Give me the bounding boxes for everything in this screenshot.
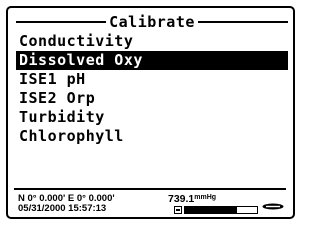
menu-item-ise1-ph[interactable]: ISE1 pH [16,70,288,89]
title-rule-left [16,21,107,23]
battery-icon [174,206,182,214]
page-title: Calibrate [109,13,195,31]
barometric-pressure: 739.1mmHg [168,192,216,205]
menu-header: Calibrate [16,14,288,30]
calibrate-menu: Conductivity Dissolved Oxy ISE1 pH ISE2 … [16,32,288,146]
battery-level-fill [185,207,237,213]
menu-item-conductivity[interactable]: Conductivity [16,32,288,51]
pressure-unit: mmHg [194,194,217,201]
menu-item-dissolved-oxy[interactable]: Dissolved Oxy [16,51,288,70]
brand-logo-icon [262,203,284,210]
menu-item-turbidity[interactable]: Turbidity [16,108,288,127]
device-screen: Calibrate Conductivity Dissolved Oxy ISE… [6,6,295,219]
battery-level-bar [184,206,258,214]
menu-item-ise2-orp[interactable]: ISE2 Orp [16,89,288,108]
pressure-value: 739.1 [168,193,195,205]
status-bar: N 0° 0.000' E 0° 0.000' 05/31/2000 15:57… [14,188,286,218]
title-rule-right [197,21,288,23]
menu-item-chlorophyll[interactable]: Chlorophyll [16,127,288,146]
date-time: 05/31/2000 15:57:13 [18,203,107,214]
